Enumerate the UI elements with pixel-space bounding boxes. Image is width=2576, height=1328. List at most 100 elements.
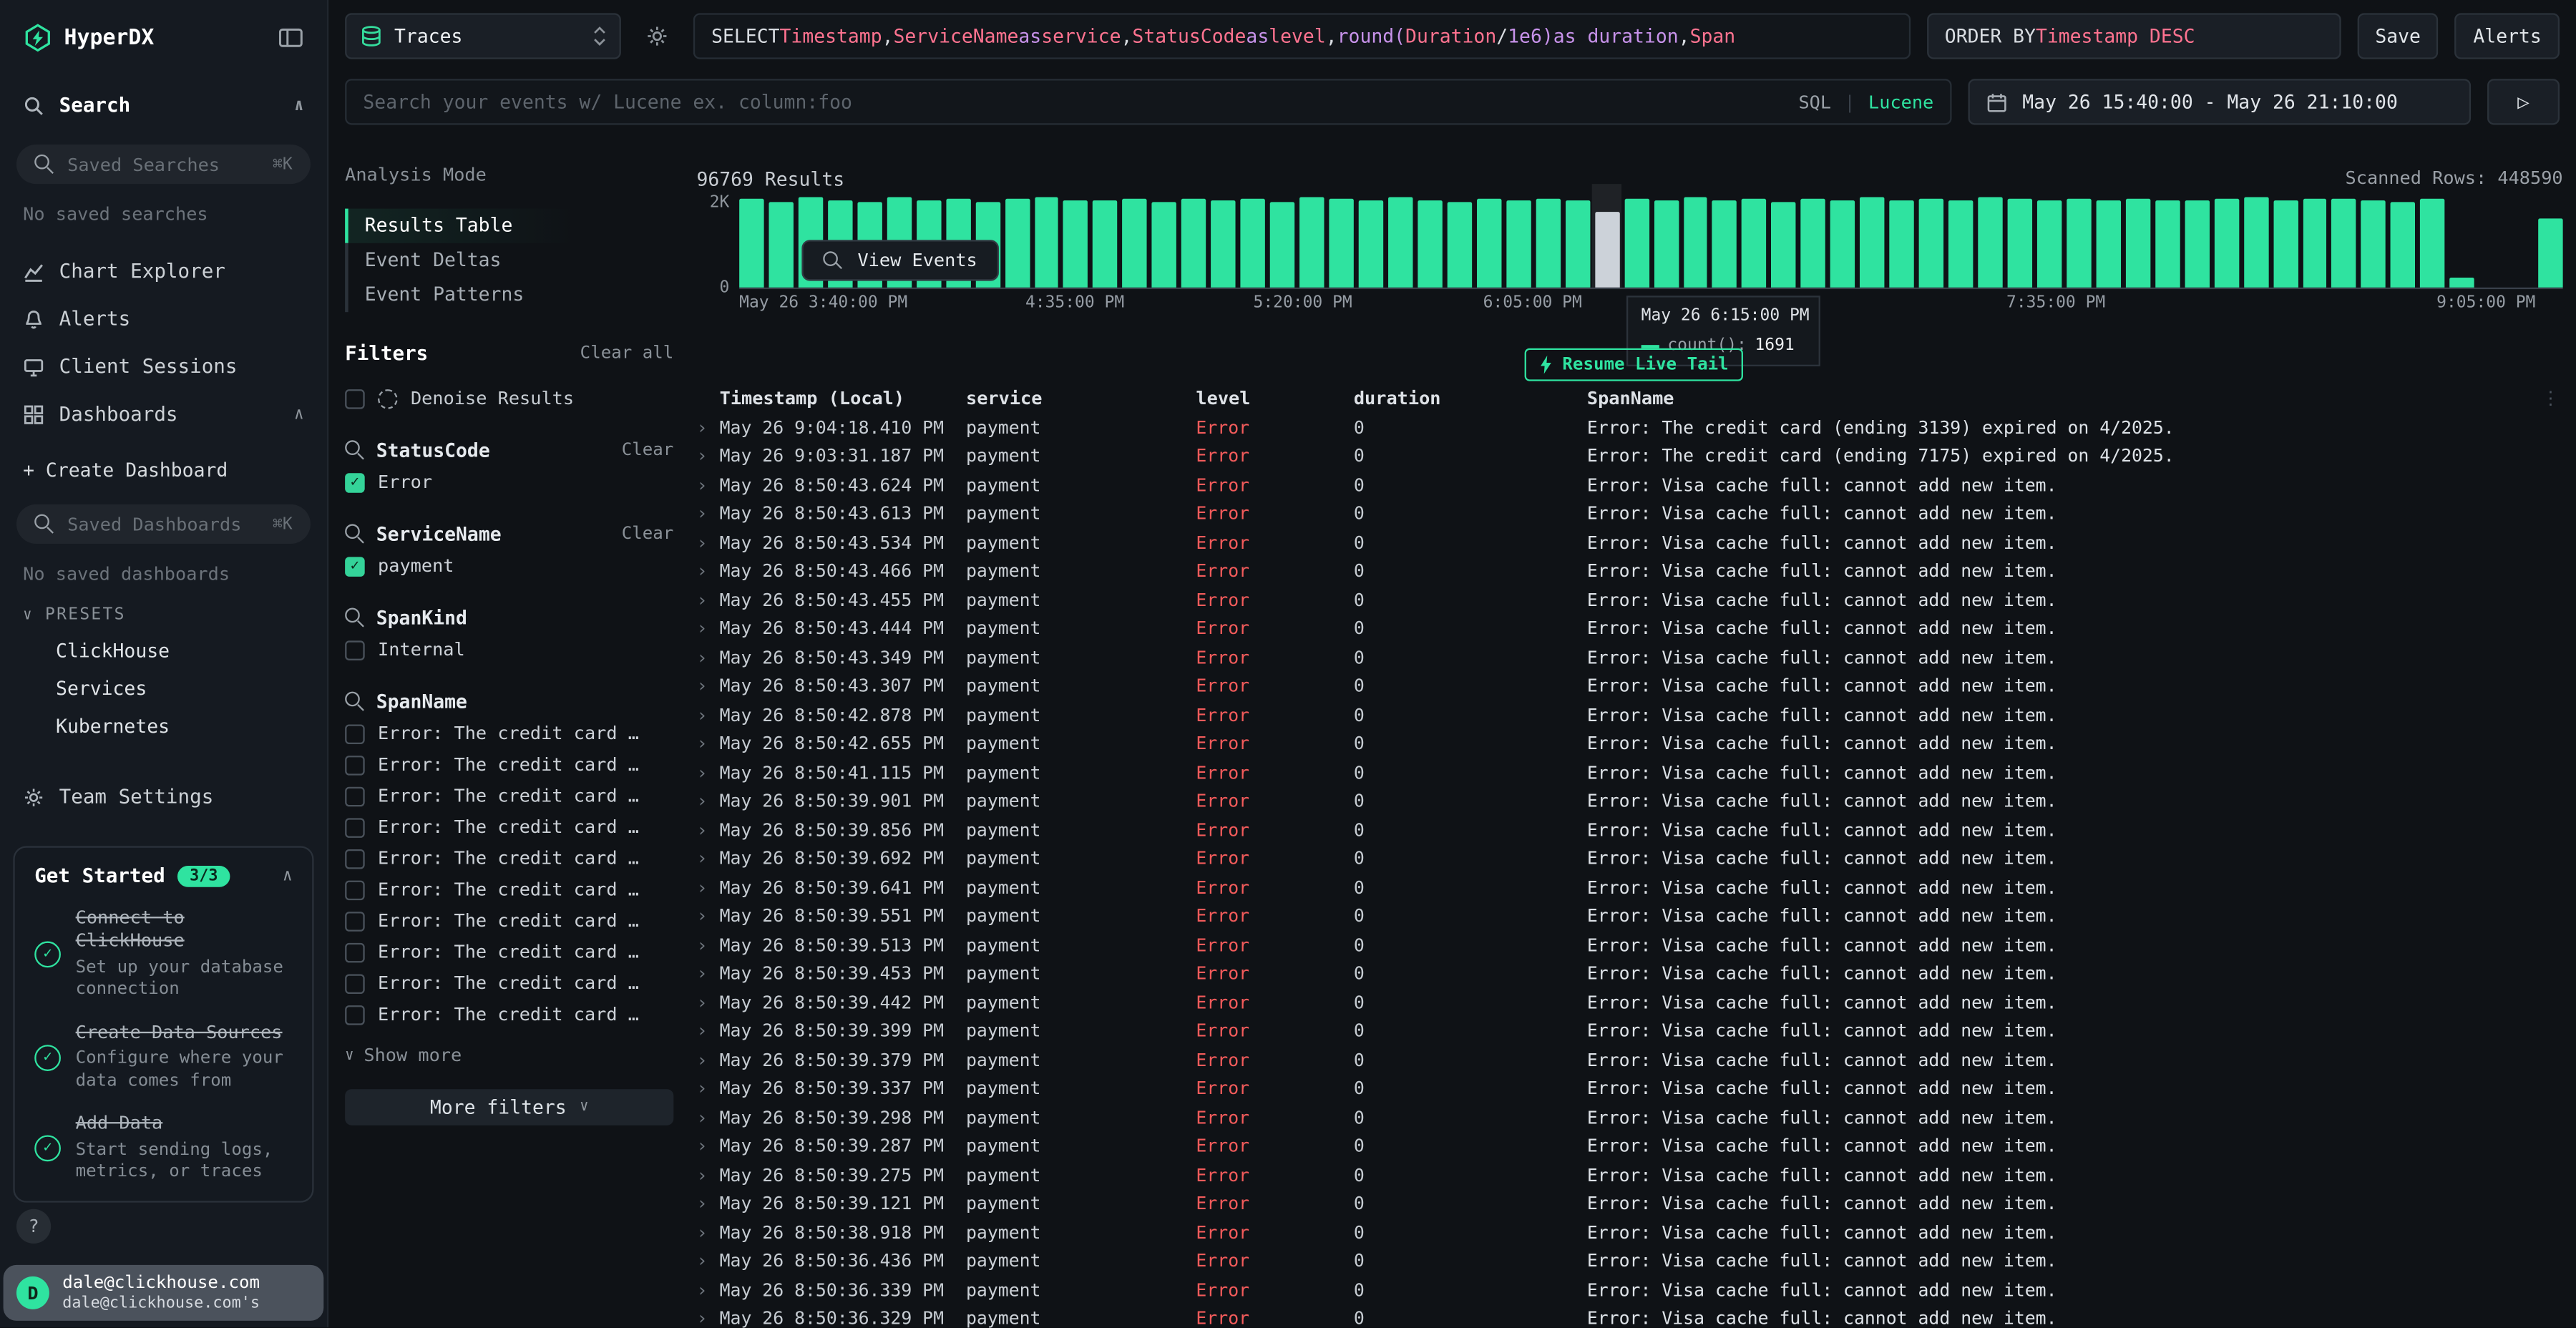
- filter-checkbox[interactable]: [345, 942, 365, 962]
- create-dashboard-button[interactable]: + Create Dashboard: [23, 459, 304, 482]
- filter-item[interactable]: ✓Error: [345, 472, 673, 493]
- source-select[interactable]: Traces: [345, 13, 621, 59]
- filter-item[interactable]: Error: The credit card …: [345, 1004, 673, 1025]
- filter-checkbox[interactable]: ✓: [345, 472, 365, 492]
- histogram-bar[interactable]: [2096, 200, 2120, 288]
- histogram-bar[interactable]: [2155, 200, 2180, 288]
- row-expand-chevron[interactable]: ›: [696, 1279, 719, 1301]
- saved-dashboards-field[interactable]: [67, 513, 260, 534]
- filter-checkbox[interactable]: [345, 723, 365, 743]
- table-row[interactable]: ›May 26 8:50:39.641 PMpaymentError0Error…: [696, 873, 2562, 902]
- denoise-results-toggle[interactable]: Denoise Results: [345, 388, 673, 409]
- table-row[interactable]: ›May 26 8:50:39.453 PMpaymentError0Error…: [696, 960, 2562, 988]
- histogram-bar[interactable]: [1270, 202, 1294, 288]
- histogram-plot[interactable]: [739, 197, 2562, 290]
- histogram-bar[interactable]: [1624, 198, 1649, 287]
- table-row[interactable]: ›May 26 8:50:36.436 PMpaymentError0Error…: [696, 1247, 2562, 1276]
- table-row[interactable]: ›May 26 8:50:39.901 PMpaymentError0Error…: [696, 787, 2562, 816]
- filter-item[interactable]: Error: The credit card …: [345, 785, 673, 806]
- histogram-bar[interactable]: [2008, 200, 2032, 288]
- date-range-picker[interactable]: May 26 15:40:00 - May 26 21:10:00: [1968, 79, 2472, 125]
- sidebar-item-alerts[interactable]: Alerts: [0, 302, 327, 335]
- filter-checkbox[interactable]: [345, 755, 365, 775]
- row-expand-chevron[interactable]: ›: [696, 1308, 719, 1328]
- filter-checkbox[interactable]: ✓: [345, 556, 365, 576]
- table-row[interactable]: ›May 26 9:04:18.410 PMpaymentError0Error…: [696, 413, 2562, 441]
- table-row[interactable]: ›May 26 8:50:43.307 PMpaymentError0Error…: [696, 672, 2562, 700]
- histogram-bar[interactable]: [739, 199, 763, 288]
- filter-checkbox[interactable]: [345, 1005, 365, 1025]
- show-more-link[interactable]: ∨ Show more: [345, 1045, 673, 1066]
- histogram-bar[interactable]: [1447, 202, 1471, 288]
- filter-item[interactable]: Error: The credit card …: [345, 972, 673, 994]
- row-expand-chevron[interactable]: ›: [696, 704, 719, 726]
- more-filters-button[interactable]: More filters ∨: [345, 1089, 673, 1126]
- histogram-bar[interactable]: [1978, 197, 2002, 288]
- table-row[interactable]: ›May 26 8:50:43.613 PMpaymentError0Error…: [696, 499, 2562, 528]
- row-expand-chevron[interactable]: ›: [696, 1020, 719, 1042]
- filter-item[interactable]: Internal: [345, 639, 673, 660]
- filter-item[interactable]: Error: The credit card …: [345, 942, 673, 963]
- histogram-bar[interactable]: [1181, 199, 1206, 288]
- histogram-bar[interactable]: [2332, 198, 2356, 288]
- source-settings-button[interactable]: [638, 13, 677, 59]
- row-expand-chevron[interactable]: ›: [696, 1164, 719, 1186]
- table-row[interactable]: ›May 26 8:50:39.287 PMpaymentError0Error…: [696, 1132, 2562, 1161]
- table-row[interactable]: ›May 26 8:50:39.692 PMpaymentError0Error…: [696, 844, 2562, 873]
- histogram-bar[interactable]: [2421, 199, 2445, 288]
- table-row[interactable]: ›May 26 8:50:43.349 PMpaymentError0Error…: [696, 643, 2562, 672]
- header-duration[interactable]: duration: [1354, 388, 1587, 409]
- get-started-header[interactable]: Get Started 3/3 ∧: [34, 864, 292, 887]
- filter-item[interactable]: Error: The credit card …: [345, 754, 673, 776]
- table-row[interactable]: ›May 26 8:50:36.329 PMpaymentError0Error…: [696, 1304, 2562, 1328]
- histogram-bar[interactable]: [769, 202, 793, 288]
- filter-item[interactable]: Error: The credit card …: [345, 816, 673, 838]
- histogram-bar[interactable]: [1418, 200, 1442, 287]
- histogram-bar[interactable]: [1152, 202, 1176, 288]
- clear-all-filters-link[interactable]: Clear all: [580, 343, 674, 363]
- event-search[interactable]: SQL | Lucene: [345, 79, 1951, 125]
- header-spanname[interactable]: SpanName: [1587, 388, 2563, 409]
- histogram-bar[interactable]: [1683, 197, 1707, 288]
- get-started-step[interactable]: ✓Connect to ClickHouseSet up your databa…: [34, 907, 292, 1002]
- filter-checkbox[interactable]: [345, 817, 365, 837]
- filter-item[interactable]: Error: The credit card …: [345, 879, 673, 900]
- sidebar-item-chart-explorer[interactable]: Chart Explorer: [0, 255, 327, 288]
- row-expand-chevron[interactable]: ›: [696, 877, 719, 898]
- row-expand-chevron[interactable]: ›: [696, 1107, 719, 1128]
- histogram-bar[interactable]: [1742, 199, 1767, 287]
- table-row[interactable]: ›May 26 8:50:39.442 PMpaymentError0Error…: [696, 988, 2562, 1017]
- sidebar-preset-clickhouse[interactable]: ClickHouse: [56, 639, 327, 662]
- row-expand-chevron[interactable]: ›: [696, 963, 719, 985]
- histogram-bar[interactable]: [1330, 200, 1354, 288]
- histogram-bar[interactable]: [1506, 200, 1531, 288]
- histogram-bar[interactable]: [1093, 200, 1118, 288]
- table-row[interactable]: ›May 26 8:50:39.337 PMpaymentError0Error…: [696, 1075, 2562, 1103]
- sidebar-item-team-settings[interactable]: Team Settings: [0, 781, 327, 814]
- sidebar-item-search[interactable]: Search ∧: [0, 89, 327, 122]
- filter-clear-link[interactable]: Clear: [622, 440, 674, 460]
- table-row[interactable]: ›May 26 8:50:42.655 PMpaymentError0Error…: [696, 729, 2562, 758]
- filter-checkbox[interactable]: [345, 640, 365, 660]
- histogram-bar[interactable]: [1064, 201, 1088, 288]
- row-expand-chevron[interactable]: ›: [696, 590, 719, 611]
- histogram-bar[interactable]: [1299, 197, 1324, 287]
- filter-item[interactable]: Error: The credit card …: [345, 723, 673, 744]
- histogram-bar[interactable]: [1565, 201, 1589, 288]
- presets-section-toggle[interactable]: ∨ PRESETS: [23, 606, 304, 624]
- sql-select-editor[interactable]: SELECT Timestamp, ServiceName as service…: [693, 13, 1911, 59]
- histogram-bar[interactable]: [1830, 200, 1855, 287]
- histogram-bar[interactable]: [1359, 201, 1383, 288]
- histogram-bar[interactable]: [2243, 197, 2268, 288]
- header-level[interactable]: level: [1196, 388, 1353, 409]
- histogram-bar[interactable]: [1005, 198, 1029, 287]
- view-events-button[interactable]: View Events: [801, 240, 998, 280]
- saved-dashboards-input[interactable]: ⌘K: [16, 504, 311, 544]
- filter-checkbox[interactable]: [345, 911, 365, 931]
- row-expand-chevron[interactable]: ›: [696, 618, 719, 640]
- row-expand-chevron[interactable]: ›: [696, 791, 719, 812]
- row-expand-chevron[interactable]: ›: [696, 1222, 719, 1244]
- histogram-bar[interactable]: [1801, 198, 1825, 288]
- row-expand-chevron[interactable]: ›: [696, 560, 719, 582]
- saved-searches-input[interactable]: ⌘K: [16, 145, 311, 184]
